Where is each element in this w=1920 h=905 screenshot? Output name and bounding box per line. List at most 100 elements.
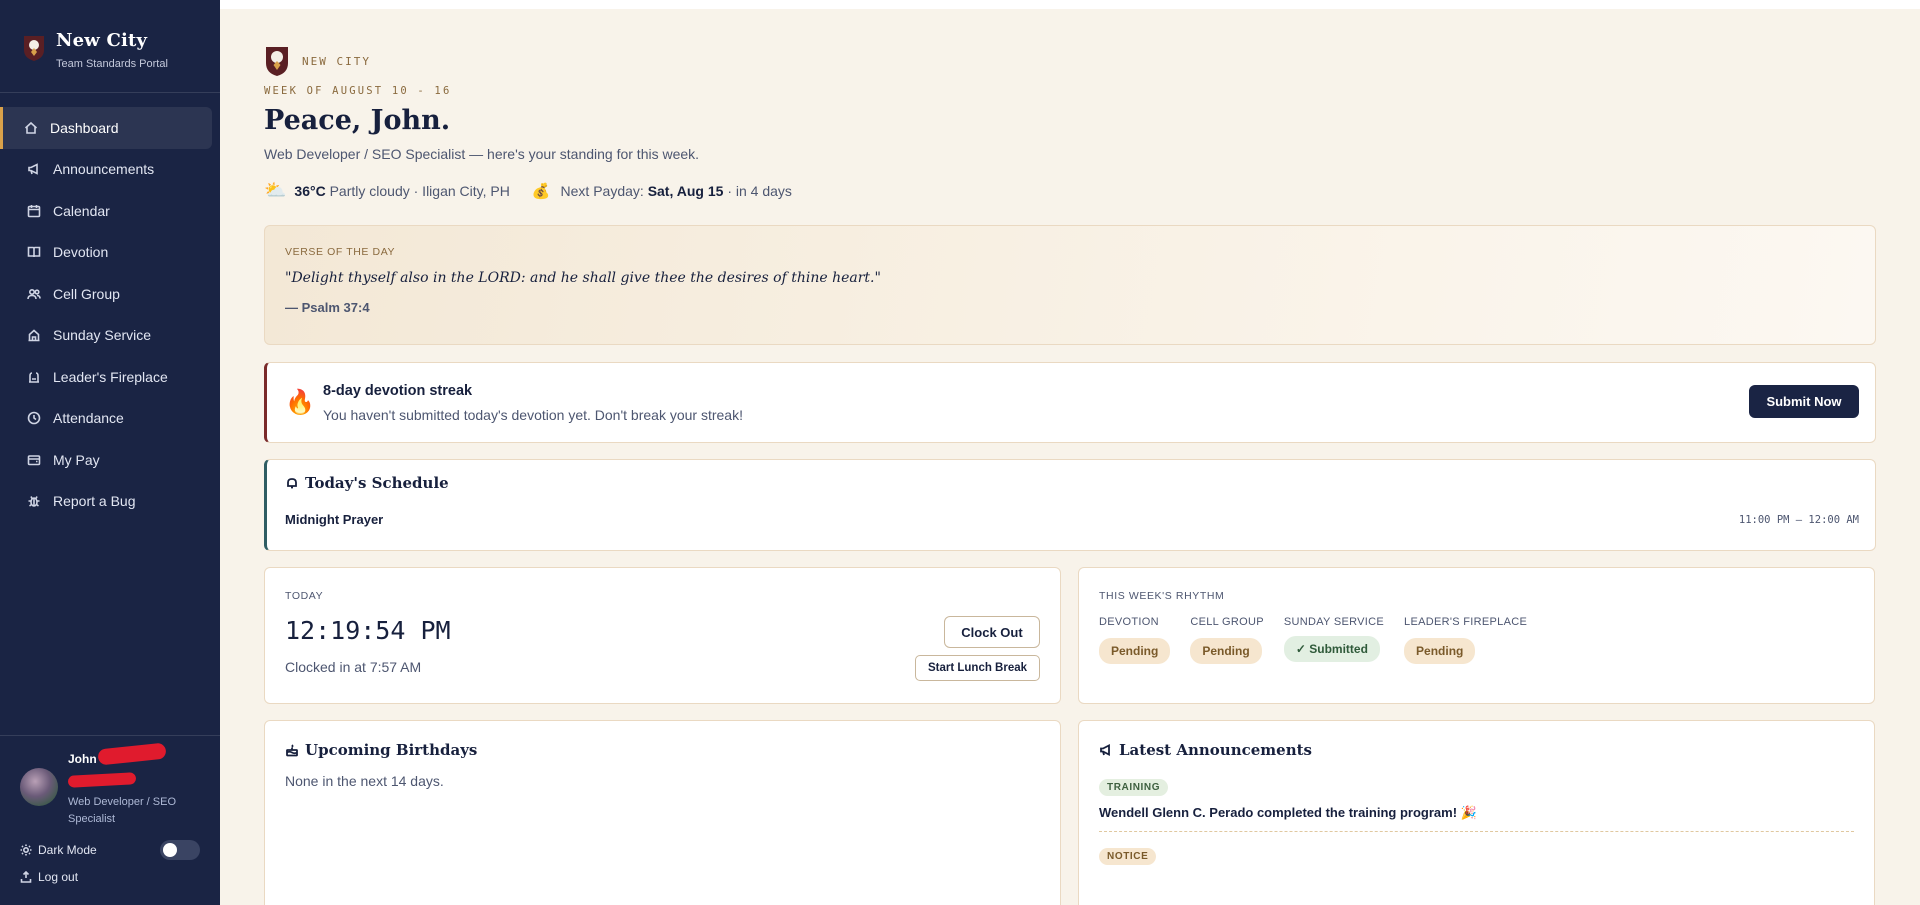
sidebar: New City Team Standards Portal Dashboard… bbox=[0, 0, 220, 905]
announcement-item[interactable]: NOTICE bbox=[1099, 846, 1854, 865]
cake-icon bbox=[285, 743, 299, 757]
today-card: TODAY 12:19:54 PM Clocked in at 7:57 AM … bbox=[264, 567, 1061, 704]
logout-link[interactable]: Log out bbox=[0, 870, 220, 884]
birthdays-title: Upcoming Birthdays bbox=[305, 741, 478, 759]
status-badge: Pending bbox=[1404, 638, 1476, 664]
sidebar-item-label: Leader's Fireplace bbox=[53, 368, 168, 385]
megaphone-icon bbox=[1099, 743, 1113, 757]
sidebar-item-attendance[interactable]: Attendance bbox=[0, 398, 220, 440]
sidebar-item-dashboard[interactable]: Dashboard bbox=[0, 107, 212, 149]
money-bag-icon: 💰 bbox=[531, 182, 551, 200]
sidebar-item-label: Attendance bbox=[53, 410, 124, 427]
sidebar-item-label: Dashboard bbox=[50, 119, 119, 136]
announcement-item[interactable]: TRAINING Wendell Glenn C. Perado complet… bbox=[1099, 777, 1854, 832]
start-lunch-button[interactable]: Start Lunch Break bbox=[915, 655, 1040, 681]
sidebar-item-my-pay[interactable]: My Pay bbox=[0, 439, 220, 481]
rhythm-cell-group: CELL GROUP Pending bbox=[1190, 616, 1264, 664]
user-profile[interactable]: John Web Developer / SEO Specialist bbox=[0, 736, 220, 828]
verse-card: VERSE OF THE DAY "Delight thyself also i… bbox=[264, 225, 1876, 345]
status-badge: Pending bbox=[1099, 638, 1171, 664]
rhythm-devotion: DEVOTION Pending bbox=[1099, 616, 1171, 664]
eagle-logo-icon bbox=[24, 36, 44, 61]
calendar-icon bbox=[27, 204, 41, 218]
payday-date: Sat, Aug 15 bbox=[647, 182, 724, 199]
streak-title: 8-day devotion streak bbox=[323, 382, 473, 399]
home-icon bbox=[24, 121, 38, 135]
announcement-tag: NOTICE bbox=[1099, 848, 1157, 865]
sidebar-footer: John Web Developer / SEO Specialist Dark… bbox=[0, 735, 220, 905]
schedule-item-name: Midnight Prayer bbox=[285, 512, 384, 527]
sidebar-item-label: My Pay bbox=[53, 451, 100, 468]
rhythm-sunday-service: SUNDAY SERVICE ✓ Submitted bbox=[1283, 616, 1385, 664]
rhythm-item-label: DEVOTION bbox=[1099, 616, 1159, 628]
redaction-mark bbox=[97, 742, 167, 766]
temperature: 36°C bbox=[294, 182, 326, 199]
rhythm-card: THIS WEEK'S RHYTHM DEVOTION Pending CELL… bbox=[1078, 567, 1875, 704]
brand-title: New City bbox=[56, 30, 148, 51]
announcement-tag: TRAINING bbox=[1099, 779, 1169, 796]
announcements-title: Latest Announcements bbox=[1119, 741, 1312, 759]
week-label: WEEK OF AUGUST 10 - 16 bbox=[264, 85, 452, 97]
avatar bbox=[20, 768, 58, 806]
page-subtitle: Web Developer / SEO Specialist — here's … bbox=[264, 146, 700, 162]
verse-text: "Delight thyself also in the LORD: and h… bbox=[285, 270, 881, 286]
sidebar-item-sunday-service[interactable]: Sunday Service bbox=[0, 315, 220, 357]
weather-desc: Partly cloudy · Iligan City, PH bbox=[329, 182, 510, 199]
org-name: NEW CITY bbox=[302, 54, 371, 68]
redaction-mark bbox=[67, 772, 137, 788]
sidebar-item-devotion[interactable]: Devotion bbox=[0, 232, 220, 274]
dark-mode-row: Dark Mode bbox=[0, 840, 220, 860]
streak-message: You haven't submitted today's devotion y… bbox=[323, 406, 743, 423]
user-name: John bbox=[68, 742, 167, 766]
logout-icon bbox=[20, 870, 32, 883]
clock-out-button[interactable]: Clock Out bbox=[944, 616, 1040, 648]
church-icon bbox=[27, 328, 41, 342]
payday-relative: · in 4 days bbox=[727, 182, 792, 199]
toggle-knob bbox=[163, 843, 177, 857]
sidebar-item-label: Cell Group bbox=[53, 285, 120, 302]
streak-card: 🔥 8-day devotion streak You haven't subm… bbox=[264, 362, 1876, 443]
partly-cloudy-icon: ⛅ bbox=[264, 180, 287, 200]
sidebar-item-report-bug[interactable]: Report a Bug bbox=[0, 481, 220, 523]
users-icon bbox=[27, 287, 41, 301]
birthdays-card: Upcoming Birthdays None in the next 14 d… bbox=[264, 720, 1061, 905]
schedule-item[interactable]: Midnight Prayer 11:00 PM – 12:00 AM bbox=[285, 512, 1859, 527]
rhythm-leaders-fireplace: LEADER'S FIREPLACE Pending bbox=[1404, 616, 1527, 664]
sidebar-item-leaders-fireplace[interactable]: Leader's Fireplace bbox=[0, 356, 220, 398]
sidebar-item-label: Calendar bbox=[53, 202, 110, 219]
sidebar-item-calendar[interactable]: Calendar bbox=[0, 190, 220, 232]
verse-reference: — Psalm 37:4 bbox=[285, 300, 370, 315]
sun-icon bbox=[20, 844, 32, 856]
brand[interactable]: New City Team Standards Portal bbox=[0, 0, 220, 93]
sidebar-item-label: Report a Bug bbox=[53, 493, 136, 510]
dark-mode-toggle[interactable] bbox=[160, 840, 200, 860]
rhythm-item-label: LEADER'S FIREPLACE bbox=[1404, 616, 1528, 628]
user-name-text: John bbox=[68, 752, 97, 766]
sidebar-item-label: Announcements bbox=[53, 161, 155, 178]
rhythm-item-label: SUNDAY SERVICE bbox=[1283, 616, 1385, 628]
sidebar-item-label: Devotion bbox=[53, 244, 109, 261]
fireplace-icon bbox=[27, 370, 41, 384]
user-role: Web Developer / SEO Specialist bbox=[68, 796, 177, 825]
schedule-card: Today's Schedule Midnight Prayer 11:00 P… bbox=[264, 459, 1876, 551]
logout-label: Log out bbox=[38, 870, 79, 884]
submit-now-button[interactable]: Submit Now bbox=[1749, 385, 1859, 418]
sidebar-item-announcements[interactable]: Announcements bbox=[0, 149, 220, 191]
eagle-logo-icon bbox=[266, 47, 288, 76]
rhythm-item-label: CELL GROUP bbox=[1190, 616, 1264, 628]
today-label: TODAY bbox=[285, 590, 324, 602]
status-badge: Pending bbox=[1190, 638, 1262, 664]
main-content: NEW CITY WEEK OF AUGUST 10 - 16 Peace, J… bbox=[264, 9, 1876, 905]
schedule-item-time: 11:00 PM – 12:00 AM bbox=[1738, 513, 1859, 526]
announcement-text: Wendell Glenn C. Perado completed the tr… bbox=[1099, 805, 1477, 820]
live-clock: 12:19:54 PM bbox=[285, 616, 451, 645]
brand-subtitle: Team Standards Portal bbox=[56, 58, 168, 70]
dark-mode-label: Dark Mode bbox=[38, 843, 97, 857]
status-meta: ⛅ 36°C Partly cloudy · Iligan City, PH 💰… bbox=[264, 180, 1876, 201]
verse-label: VERSE OF THE DAY bbox=[285, 246, 396, 258]
sidebar-item-cell-group[interactable]: Cell Group bbox=[0, 273, 220, 315]
wallet-icon bbox=[27, 453, 41, 467]
fire-icon: 🔥 bbox=[285, 389, 315, 416]
sidebar-nav: Dashboard Announcements Calendar Devotio… bbox=[0, 93, 220, 522]
page-title: Peace, John. bbox=[264, 105, 451, 136]
